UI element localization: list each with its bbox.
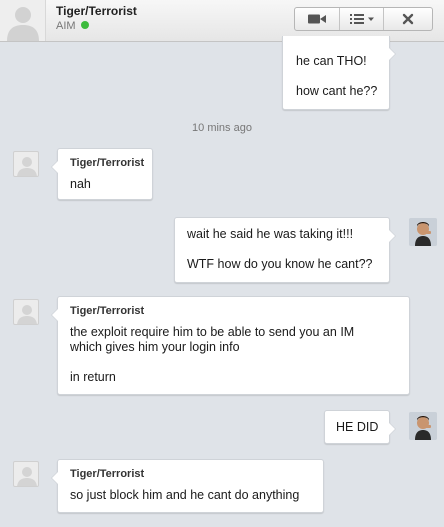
contact-status: AIM bbox=[56, 20, 89, 32]
close-button[interactable] bbox=[384, 8, 432, 30]
message-text: the exploit require him to be able to se… bbox=[70, 325, 355, 339]
chevron-down-icon bbox=[367, 17, 374, 21]
message-text: in return bbox=[70, 370, 116, 384]
default-user-icon bbox=[17, 467, 37, 486]
default-user-icon bbox=[17, 305, 37, 324]
contact-name: Tiger/Terrorist bbox=[56, 4, 137, 18]
list-menu-button[interactable] bbox=[340, 8, 384, 30]
sender-name: Tiger/Terrorist bbox=[70, 468, 145, 480]
sender-name: Tiger/Terrorist bbox=[70, 157, 145, 169]
message-text: wait he said he was taking it!!! bbox=[187, 227, 354, 241]
header-button-group bbox=[294, 7, 433, 31]
default-user-icon bbox=[17, 157, 37, 176]
service-label: AIM bbox=[56, 20, 76, 32]
message-bubble-outgoing: he can THO! how cant he?? bbox=[282, 36, 396, 110]
timestamp: 10 mins ago bbox=[192, 122, 252, 134]
contact-avatar bbox=[13, 151, 39, 177]
my-avatar bbox=[409, 218, 437, 246]
message-bubble-outgoing: wait he said he was taking it!!! WTF how… bbox=[174, 217, 396, 283]
my-avatar bbox=[409, 412, 437, 440]
video-camera-icon bbox=[308, 14, 326, 24]
sender-name: Tiger/Terrorist bbox=[70, 305, 145, 317]
message-text: how cant he?? bbox=[296, 84, 378, 98]
user-photo-icon bbox=[409, 218, 437, 246]
message-bubble-outgoing: HE DID bbox=[324, 410, 396, 444]
contact-avatar bbox=[13, 461, 39, 487]
default-user-icon bbox=[7, 7, 39, 41]
message-text: so just block him and he cant do anythin… bbox=[70, 488, 300, 502]
message-text: HE DID bbox=[336, 420, 379, 434]
message-bubble-incoming: Tiger/Terrorist nah bbox=[51, 148, 153, 200]
contact-avatar bbox=[13, 299, 39, 325]
list-icon bbox=[349, 14, 374, 24]
user-photo-icon bbox=[409, 412, 437, 440]
message-text: which gives him your login info bbox=[70, 340, 240, 354]
message-text: WTF how do you know he cant?? bbox=[187, 257, 373, 271]
message-text: nah bbox=[70, 177, 91, 191]
message-bubble-incoming: Tiger/Terrorist so just block him and he… bbox=[51, 459, 324, 513]
online-status-icon bbox=[80, 21, 89, 29]
message-bubble-incoming: Tiger/Terrorist the exploit require him … bbox=[51, 296, 410, 395]
close-icon bbox=[402, 13, 414, 25]
message-text: he can THO! bbox=[296, 54, 367, 68]
contact-avatar bbox=[0, 0, 46, 41]
video-call-button[interactable] bbox=[295, 8, 340, 30]
